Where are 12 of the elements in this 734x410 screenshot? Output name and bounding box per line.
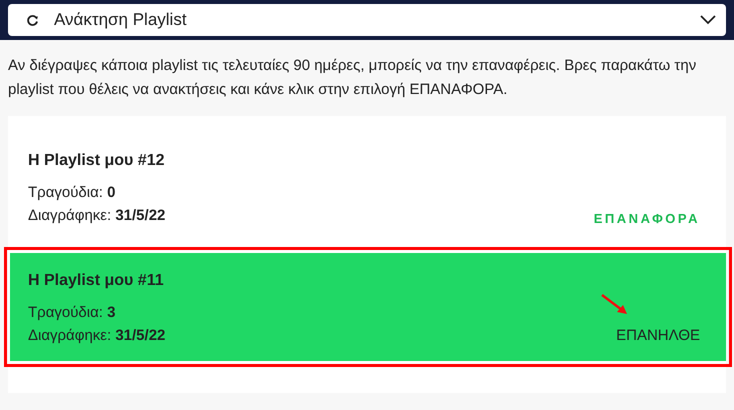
chevron-icon: [700, 15, 716, 25]
recovery-dropdown[interactable]: Ανάκτηση Playlist: [8, 4, 726, 36]
playlist-title: Η Playlist μου #11: [28, 271, 165, 291]
songs-count: Τραγούδια: 3: [28, 303, 116, 323]
playlist-title: Η Playlist μου #12: [28, 151, 166, 171]
deleted-date: Διαγράφηκε: 31/5/22: [28, 206, 166, 226]
intro-paragraph: Αν διέγραψες κάποια playlist τις τελευταίες 90 ημέρες, μπορείς να την επαναφέρεις. Βρες παρακάτω την playlist που θέλεις να ανακτήσεις και κάνε κλικ στην επιλογή ΕΠΑΝΑΦΟΡΑ.: [8, 56, 698, 100]
songs-count: Τραγούδια: 0: [28, 183, 116, 203]
restored-status: ΕΠΑΝΗΛΘΕ: [616, 327, 700, 345]
refresh-icon: [26, 14, 39, 26]
pointer-arrow: [600, 293, 630, 317]
deleted-date: Διαγράφηκε: 31/5/22: [28, 326, 166, 346]
